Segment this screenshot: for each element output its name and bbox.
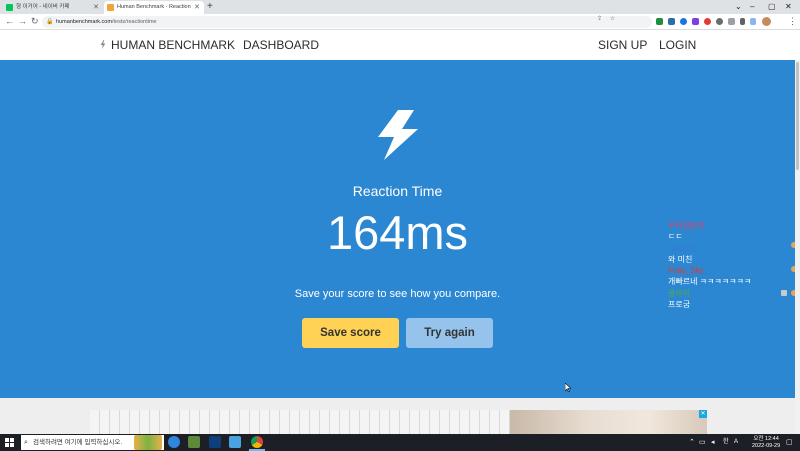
- notifications-icon[interactable]: ▢: [786, 434, 793, 451]
- keyboard-language-icon[interactable]: 한: [723, 434, 729, 451]
- extension-globe-icon[interactable]: [680, 18, 687, 25]
- app-blue-icon[interactable]: [229, 436, 241, 448]
- taskbar-search-placeholder: 검색하려면 여기에 입력하십시오.: [33, 439, 123, 446]
- address-bar[interactable]: 🔒 humanbenchmark.com/tests/reactiontime: [42, 16, 652, 28]
- speaker-icon[interactable]: ◂: [711, 434, 715, 451]
- extensions-puzzle-icon[interactable]: [740, 18, 745, 25]
- tab-title: Human Benchmark - Reaction: [117, 4, 191, 10]
- url-host: humanbenchmark.com: [56, 19, 112, 25]
- advertisement-banner[interactable]: ✕: [90, 410, 707, 434]
- minimize-window-icon[interactable]: –: [750, 0, 754, 13]
- reload-icon[interactable]: ↻: [31, 14, 39, 29]
- extension-record-icon[interactable]: [716, 18, 723, 25]
- lightning-bolt-icon: [100, 40, 106, 49]
- tab-title: 형 이거어 - 네이버 카페: [16, 4, 70, 10]
- tab-close-icon[interactable]: ✕: [93, 1, 99, 14]
- tab-search-chevron-icon[interactable]: ⌄: [735, 0, 742, 13]
- search-highlight-icon[interactable]: [134, 435, 162, 450]
- nav-dashboard-link[interactable]: DASHBOARD: [243, 38, 319, 52]
- human-benchmark-favicon-icon: [107, 4, 114, 11]
- back-arrow-icon[interactable]: ←: [5, 14, 14, 29]
- nav-sign-up-link[interactable]: SIGN UP: [598, 38, 647, 52]
- save-score-button[interactable]: Save score: [302, 318, 399, 348]
- tab-close-icon[interactable]: ✕: [194, 1, 200, 14]
- logo-text: HUMAN BENCHMARK: [111, 38, 236, 52]
- stream-chat-overlay: 우유얌송이 ㄷㄷ DrLinus 와 미친 Foby_Sky 개빠르네 ㅋㅋㅋㅋ…: [668, 220, 751, 310]
- profile-avatar[interactable]: [762, 17, 771, 26]
- close-window-icon[interactable]: ✕: [785, 0, 792, 13]
- network-icon[interactable]: ▭: [699, 434, 706, 451]
- minecraft-icon[interactable]: [188, 436, 200, 448]
- browser-tab-strip: 형 이거어 - 네이버 카페 ✕ Human Benchmark - React…: [0, 0, 800, 14]
- lightning-bolt-icon: [378, 110, 418, 160]
- site-header: HUMAN BENCHMARK DASHBOARD SIGN UP LOGIN: [0, 30, 800, 60]
- bookmark-star-icon[interactable]: ⇪ ☆: [597, 15, 618, 22]
- chat-message: ㄷㄷ: [668, 232, 683, 242]
- extension-blue-icon[interactable]: [668, 18, 675, 25]
- new-tab-button[interactable]: +: [207, 0, 213, 14]
- app-v-icon[interactable]: [209, 436, 221, 448]
- chat-username: Foby_Sky: [668, 266, 704, 276]
- taskbar-clock[interactable]: 오전 12:44 2022-09-29: [752, 436, 780, 449]
- chat-username: 쿨바위: [668, 288, 691, 298]
- nav-login-link[interactable]: LOGIN: [659, 38, 696, 52]
- extension-v-icon[interactable]: [692, 18, 699, 25]
- url-path: /tests/reactiontime: [111, 19, 157, 25]
- naver-cafe-favicon-icon: [6, 4, 13, 11]
- tray-chevron-up-icon[interactable]: ⌃: [689, 434, 695, 451]
- browser-menu-icon[interactable]: ⋮: [788, 14, 797, 29]
- input-mode-icon[interactable]: A: [734, 434, 738, 451]
- extension-image-icon[interactable]: [728, 18, 735, 25]
- page-scrollbar-thumb[interactable]: [796, 62, 799, 170]
- try-again-button[interactable]: Try again: [406, 318, 493, 348]
- chat-message: 프로굼: [668, 300, 691, 310]
- clock-time: 오전 12:44: [753, 436, 779, 442]
- mouse-pointer-icon: [565, 383, 571, 392]
- chrome-browser-icon[interactable]: [251, 436, 263, 448]
- test-title: Reaction Time: [352, 183, 443, 199]
- site-logo[interactable]: HUMAN BENCHMARK: [100, 38, 235, 52]
- windows-start-icon[interactable]: [5, 438, 14, 447]
- windows-taskbar: ⌕ 검색하려면 여기에 입력하십시오. ⌃ ▭ ◂ 한 A 오전 12:44 2…: [0, 434, 800, 451]
- maximize-window-icon[interactable]: ▢: [768, 0, 776, 13]
- edge-browser-icon[interactable]: [168, 436, 180, 448]
- forward-arrow-icon[interactable]: →: [18, 14, 27, 29]
- chat-message: 와 미친: [668, 254, 693, 264]
- ad-choices-icon[interactable]: ✕: [699, 410, 707, 418]
- browser-tab-cafe[interactable]: 형 이거어 - 네이버 카페 ✕: [3, 1, 103, 14]
- chat-message: 개빠르네 ㅋㅋㅋㅋㅋㅋㅋ: [668, 277, 752, 287]
- clock-date: 2022-09-29: [752, 442, 781, 449]
- browser-toolbar: ← → ↻ 🔒 humanbenchmark.com/tests/reactio…: [0, 14, 800, 30]
- browser-tab-human-benchmark[interactable]: Human Benchmark - Reaction ✕: [104, 1, 204, 14]
- chat-username: 우유얌송이: [668, 221, 705, 230]
- ad-photo: [510, 410, 707, 434]
- lock-icon: 🔒: [46, 19, 54, 25]
- extension-red-icon[interactable]: [704, 18, 711, 25]
- chat-username: DrLinus: [668, 243, 696, 253]
- side-panel-icon[interactable]: [750, 18, 756, 25]
- extension-green-icon[interactable]: [656, 18, 663, 25]
- chat-sticker-icon: [781, 290, 787, 296]
- search-icon: ⌕: [24, 439, 28, 446]
